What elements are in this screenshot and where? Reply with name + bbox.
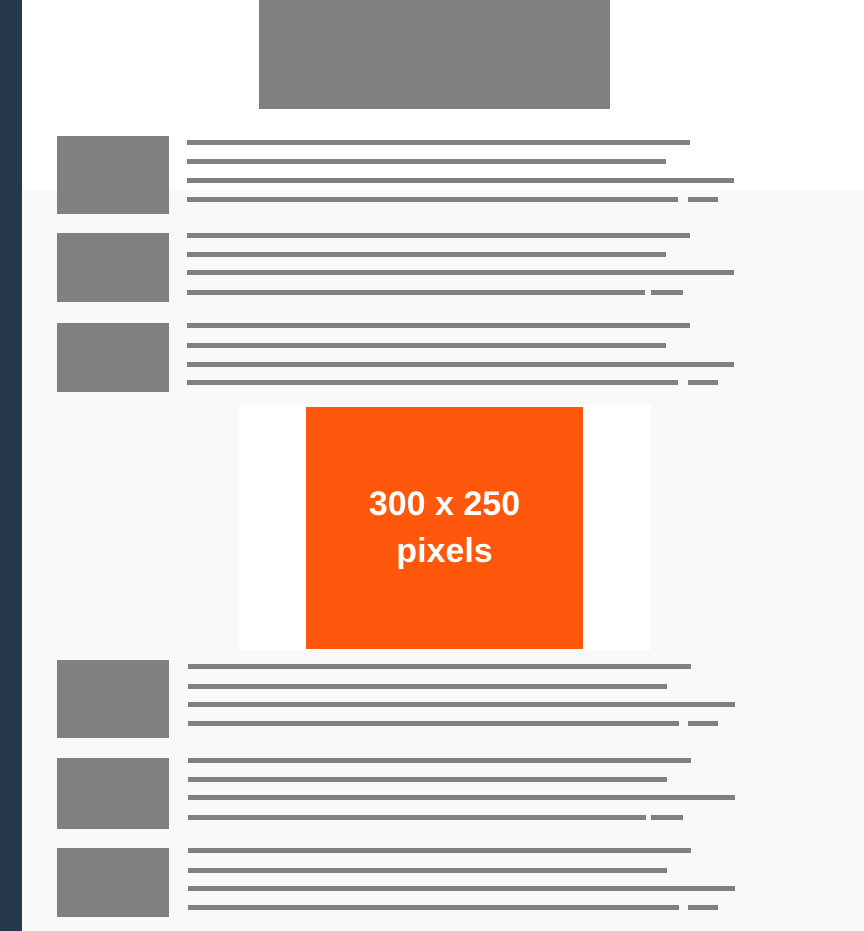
article-item[interactable] [22, 323, 864, 392]
article-thumbnail [57, 136, 169, 214]
ad-size-label: 300 x 250 [368, 485, 521, 524]
text-line [188, 684, 667, 689]
header-banner-placeholder [259, 0, 610, 109]
text-line [187, 140, 690, 145]
text-line-end [651, 290, 683, 295]
text-line [188, 777, 667, 782]
article-item[interactable] [22, 758, 864, 829]
text-line [187, 270, 734, 275]
text-line [187, 197, 678, 202]
text-line [188, 886, 735, 891]
page-mockup: 300 x 250 pixels [22, 0, 864, 931]
article-thumbnail [57, 848, 169, 917]
text-line [188, 758, 691, 763]
text-line [188, 721, 679, 726]
text-line-end [688, 905, 718, 910]
text-line [187, 343, 666, 348]
ad-unit-label: pixels [396, 532, 493, 570]
text-line [187, 159, 666, 164]
article-item[interactable] [22, 136, 864, 214]
text-line [187, 290, 645, 295]
text-line-end [688, 380, 718, 385]
text-line-end [651, 815, 683, 820]
article-thumbnail [57, 233, 169, 302]
text-line [187, 380, 678, 385]
article-item[interactable] [22, 848, 864, 917]
article-item[interactable] [22, 233, 864, 302]
article-thumbnail [57, 758, 169, 829]
text-line [187, 323, 690, 328]
article-item[interactable] [22, 660, 864, 738]
text-line [187, 178, 734, 183]
text-line [187, 362, 734, 367]
text-line [187, 233, 690, 238]
text-line [188, 868, 667, 873]
text-line-end [688, 721, 718, 726]
text-line [188, 905, 679, 910]
ad-300x250-placeholder[interactable]: 300 x 250 pixels [306, 407, 583, 649]
text-line [187, 252, 666, 257]
article-thumbnail [57, 323, 169, 392]
text-line [188, 795, 735, 800]
article-thumbnail [57, 660, 169, 738]
text-line [188, 848, 691, 853]
text-line [188, 664, 691, 669]
text-line [188, 815, 646, 820]
ad-slot: 300 x 250 pixels [239, 404, 651, 650]
text-line-end [688, 197, 718, 202]
text-line [188, 702, 735, 707]
